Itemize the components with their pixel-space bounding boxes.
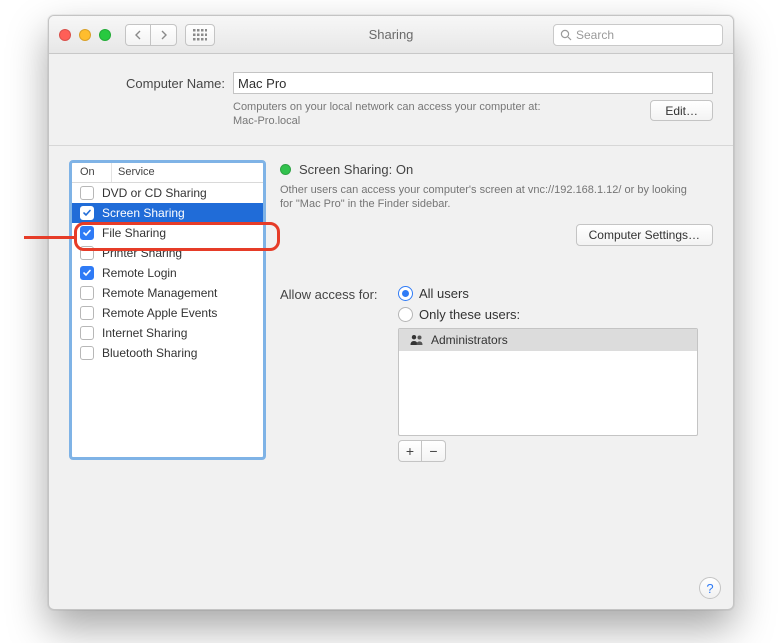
zoom-window-button[interactable] — [99, 29, 111, 41]
service-row[interactable]: File Sharing — [72, 223, 263, 243]
status-indicator-icon — [280, 164, 291, 175]
service-label: Internet Sharing — [102, 326, 187, 340]
service-label: Remote Management — [102, 286, 217, 300]
search-placeholder: Search — [576, 28, 614, 42]
service-row[interactable]: Remote Login — [72, 263, 263, 283]
radio-only-these-users[interactable] — [398, 307, 413, 322]
service-label: Remote Login — [102, 266, 177, 280]
allow-access-label: Allow access for: — [280, 286, 388, 302]
radio-all-users-label: All users — [419, 286, 469, 301]
computer-settings-button[interactable]: Computer Settings… — [576, 224, 713, 246]
service-row[interactable]: Printer Sharing — [72, 243, 263, 263]
titlebar: Sharing Search — [49, 16, 733, 54]
service-row[interactable]: Remote Management — [72, 283, 263, 303]
services-header-on[interactable]: On — [72, 163, 112, 182]
show-all-button[interactable] — [185, 24, 215, 46]
services-panel: On Service DVD or CD Sharing Screen Shari… — [69, 160, 266, 463]
service-checkbox[interactable] — [80, 286, 94, 300]
group-icon — [409, 334, 425, 346]
service-checkbox[interactable] — [80, 206, 94, 220]
service-checkbox[interactable] — [80, 226, 94, 240]
service-checkbox[interactable] — [80, 346, 94, 360]
service-checkbox[interactable] — [80, 186, 94, 200]
user-row[interactable]: Administrators — [399, 329, 697, 351]
service-checkbox[interactable] — [80, 266, 94, 280]
service-row[interactable]: Screen Sharing — [72, 203, 263, 223]
preferences-window: Sharing Search Computer Name: Computers … — [48, 15, 734, 610]
allowed-users-list[interactable]: Administrators — [398, 328, 698, 436]
minimize-window-button[interactable] — [79, 29, 91, 41]
service-label: Printer Sharing — [102, 246, 182, 260]
add-user-button[interactable]: + — [398, 440, 422, 462]
service-row[interactable]: DVD or CD Sharing — [72, 183, 263, 203]
service-label: Screen Sharing — [102, 206, 185, 220]
service-label: Bluetooth Sharing — [102, 346, 197, 360]
service-label: Remote Apple Events — [102, 306, 217, 320]
service-row[interactable]: Bluetooth Sharing — [72, 343, 263, 363]
remove-user-button[interactable]: − — [422, 440, 446, 462]
search-input[interactable]: Search — [553, 24, 723, 46]
content-area: Computer Name: Computers on your local n… — [49, 54, 733, 476]
back-button[interactable] — [125, 24, 151, 46]
service-row[interactable]: Internet Sharing — [72, 323, 263, 343]
window-controls — [59, 29, 111, 41]
user-label: Administrators — [431, 333, 508, 347]
divider — [49, 145, 733, 146]
service-row[interactable]: Remote Apple Events — [72, 303, 263, 323]
services-list: On Service DVD or CD Sharing Screen Shari… — [69, 160, 266, 460]
forward-button[interactable] — [151, 24, 177, 46]
service-label: DVD or CD Sharing — [102, 186, 207, 200]
search-icon — [560, 29, 572, 41]
service-label: File Sharing — [102, 226, 166, 240]
services-header-service[interactable]: Service — [112, 163, 263, 182]
service-checkbox[interactable] — [80, 326, 94, 340]
service-checkbox[interactable] — [80, 306, 94, 320]
computer-name-label: Computer Name: — [69, 76, 225, 91]
close-window-button[interactable] — [59, 29, 71, 41]
edit-hostname-button[interactable]: Edit… — [650, 100, 713, 121]
computer-name-input[interactable] — [233, 72, 713, 94]
radio-only-these-users-label: Only these users: — [419, 307, 520, 322]
radio-all-users[interactable] — [398, 286, 413, 301]
service-checkbox[interactable] — [80, 246, 94, 260]
computer-name-subtext: Computers on your local network can acce… — [233, 100, 642, 129]
status-label: Screen Sharing: On — [299, 162, 413, 177]
status-description: Other users can access your computer's s… — [280, 183, 700, 213]
service-detail-panel: Screen Sharing: On Other users can acces… — [280, 160, 713, 463]
help-button[interactable]: ? — [699, 577, 721, 599]
